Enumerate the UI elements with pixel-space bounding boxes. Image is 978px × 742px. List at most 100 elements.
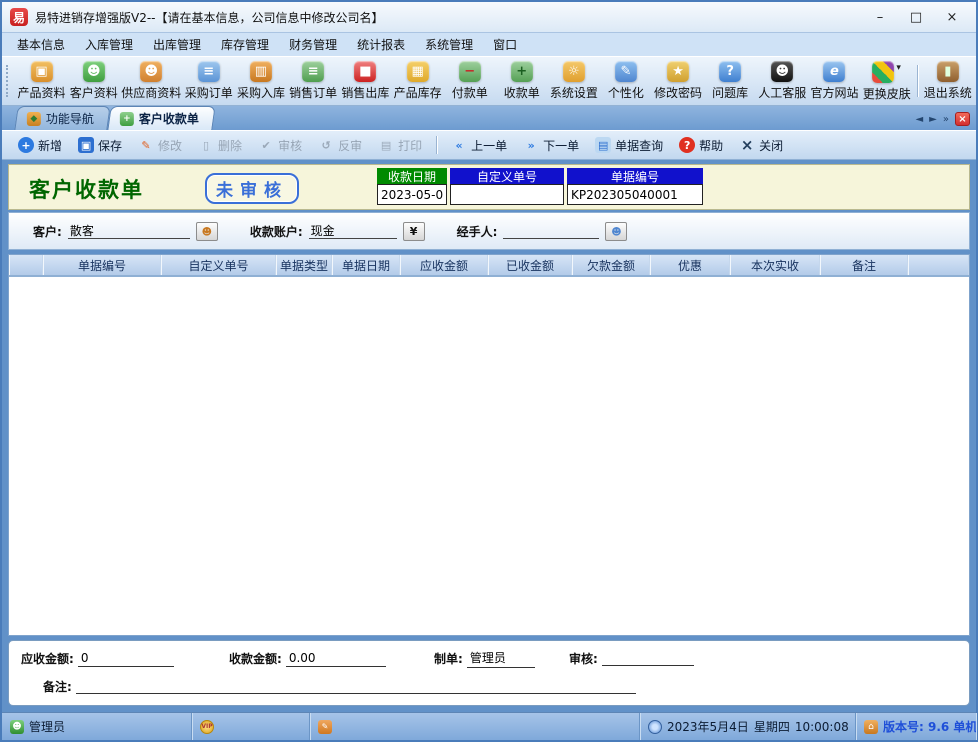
save-button[interactable]: 保存	[72, 134, 128, 157]
status-user-section: 管理员	[2, 713, 192, 740]
table-col-doc-no[interactable]: 单据编号	[43, 255, 161, 275]
toolbar-button-receipt-bill[interactable]: 收款单	[496, 59, 548, 103]
table-col-discount[interactable]: 优惠	[650, 255, 730, 275]
toolbar-button-supplier-data[interactable]: 供应商资料	[120, 59, 183, 103]
audit-button[interactable]: 审核	[252, 134, 308, 157]
received-group: 收款金额: 0.00	[229, 650, 434, 667]
table-col-filler	[908, 255, 969, 275]
maker-value: 管理员	[467, 649, 535, 668]
table-body[interactable]	[9, 277, 969, 635]
table-col-receivable[interactable]: 应收金额	[400, 255, 488, 275]
tab-function-navigation[interactable]: 功能导航	[14, 106, 110, 130]
table-col-paid-now[interactable]: 本次实收	[730, 255, 820, 275]
table-col-owed[interactable]: 欠款金额	[572, 255, 650, 275]
menu-item-outbound[interactable]: 出库管理	[144, 33, 210, 56]
toolbar-button-change-password[interactable]: 修改密码	[652, 59, 704, 103]
previous-doc-button[interactable]: 上一单	[445, 134, 513, 157]
window-title: 易特进销存增强版V2--【请在基本信息，公司信息中修改公司名】	[35, 9, 864, 26]
unaudit-button[interactable]: 反审	[312, 134, 368, 157]
question-bubble-icon	[719, 61, 741, 82]
receivable-value[interactable]: 0	[78, 651, 174, 667]
table-col-doc-type[interactable]: 单据类型	[276, 255, 332, 275]
table-col-custom-no[interactable]: 自定义单号	[161, 255, 276, 275]
toolbar-button-sales-out[interactable]: 销售出库	[339, 59, 391, 103]
app-window: 易 易特进销存增强版V2--【请在基本信息，公司信息中修改公司名】 – □ × …	[0, 0, 978, 742]
toolbar-button-personalize[interactable]: 个性化	[600, 59, 652, 103]
tab-scroll-right-icon[interactable]: ►	[929, 114, 937, 125]
table-col-remark[interactable]: 备注	[820, 255, 908, 275]
action-label: 删除	[218, 137, 242, 154]
status-bar: 管理员 VIP 2023年5月4日 星期四 10:00:08 版本号: 9.6 …	[2, 712, 976, 740]
custom-no-label: 自定义单号	[450, 168, 564, 184]
toolbar-button-exit-system[interactable]: 退出系统	[922, 59, 974, 103]
toolbar-label: 产品资料	[18, 84, 66, 101]
customer-input[interactable]	[68, 223, 190, 239]
action-label: 下一单	[543, 137, 579, 154]
received-value[interactable]: 0.00	[286, 651, 386, 667]
table-col-select[interactable]	[9, 255, 43, 275]
toolbar-button-official-website[interactable]: 官方网站	[808, 59, 860, 103]
table-header-row: 单据编号 自定义单号 单据类型 单据日期 应收金额 已收金额 欠款金额 优惠 本…	[9, 255, 969, 277]
handler-input[interactable]	[503, 223, 599, 239]
remark-value[interactable]	[76, 680, 636, 694]
menu-item-inventory[interactable]: 库存管理	[212, 33, 278, 56]
action-label: 保存	[98, 137, 122, 154]
delete-button[interactable]: 删除	[192, 134, 248, 157]
receipt-bill-icon	[511, 61, 533, 82]
summary-row-2: 备注:	[21, 678, 957, 695]
print-button[interactable]: 打印	[372, 134, 428, 157]
close-doc-button[interactable]: 关闭	[733, 134, 789, 157]
toolbar-button-purchase-in[interactable]: 采购入库	[235, 59, 287, 103]
maximize-button[interactable]: □	[900, 6, 932, 28]
toolbar-grip[interactable]	[6, 65, 12, 97]
menu-item-inbound[interactable]: 入库管理	[76, 33, 142, 56]
menu-item-finance[interactable]: 财务管理	[280, 33, 346, 56]
custom-no-input[interactable]	[450, 184, 564, 205]
doc-no-input[interactable]	[567, 184, 703, 205]
add-button[interactable]: 新增	[12, 134, 68, 157]
toolbar-button-system-settings[interactable]: 系统设置	[548, 59, 600, 103]
toolbar-button-product-stock[interactable]: 产品库存	[391, 59, 443, 103]
exit-door-icon	[937, 61, 959, 82]
toolbar-button-payment-bill[interactable]: 付款单	[444, 59, 496, 103]
payment-bill-icon	[459, 61, 481, 82]
doc-query-button[interactable]: 单据查询	[589, 134, 669, 157]
menu-item-window[interactable]: 窗口	[484, 33, 526, 56]
account-picker-button[interactable]: ¥	[403, 222, 425, 241]
tab-list-icon[interactable]: »	[943, 114, 949, 125]
minimize-button[interactable]: –	[864, 6, 896, 28]
toolbar-button-question-bank[interactable]: 问题库	[704, 59, 756, 103]
personalize-pencil-icon	[615, 61, 637, 82]
close-button[interactable]: ×	[936, 6, 968, 28]
help-button[interactable]: 帮助	[673, 134, 729, 157]
close-x-icon	[739, 137, 755, 153]
receipt-date-input[interactable]	[377, 184, 447, 205]
tab-close-button[interactable]: ×	[955, 112, 970, 126]
edit-button[interactable]: 修改	[132, 134, 188, 157]
next-doc-button[interactable]: 下一单	[517, 134, 585, 157]
table-col-received[interactable]: 已收金额	[488, 255, 572, 275]
toolbar-button-purchase-order[interactable]: 采购订单	[183, 59, 235, 103]
tab-customer-receipt[interactable]: 客户收款单	[107, 106, 215, 130]
table-col-doc-date[interactable]: 单据日期	[332, 255, 400, 275]
maker-label: 制单:	[434, 650, 463, 667]
stock-box-icon	[407, 61, 429, 82]
toolbar-button-customer-data[interactable]: 客户资料	[68, 59, 120, 103]
toolbar-button-sales-order[interactable]: 销售订单	[287, 59, 339, 103]
tab-scroll-left-icon[interactable]: ◄	[915, 114, 923, 125]
toolbar-label: 采购入库	[237, 84, 285, 101]
account-input[interactable]	[309, 223, 397, 239]
menu-item-system[interactable]: 系统管理	[416, 33, 482, 56]
menu-item-reports[interactable]: 统计报表	[348, 33, 414, 56]
toolbar-button-customer-service[interactable]: 人工客服	[756, 59, 808, 103]
handler-picker-button[interactable]	[605, 222, 627, 241]
remark-label: 备注:	[43, 678, 72, 695]
customer-picker-button[interactable]	[196, 222, 218, 241]
toolbar-button-change-skin[interactable]: ▾ 更换皮肤	[861, 59, 913, 103]
menu-item-basic-info[interactable]: 基本信息	[8, 33, 74, 56]
toolbar-button-product-data[interactable]: 产品资料	[15, 59, 67, 103]
form-header: 客户收款单 未审核 收款日期 自定义单号 单据编号	[8, 164, 970, 210]
action-label: 修改	[158, 137, 182, 154]
printer-icon	[378, 137, 394, 153]
navigation-map-icon	[27, 112, 41, 126]
